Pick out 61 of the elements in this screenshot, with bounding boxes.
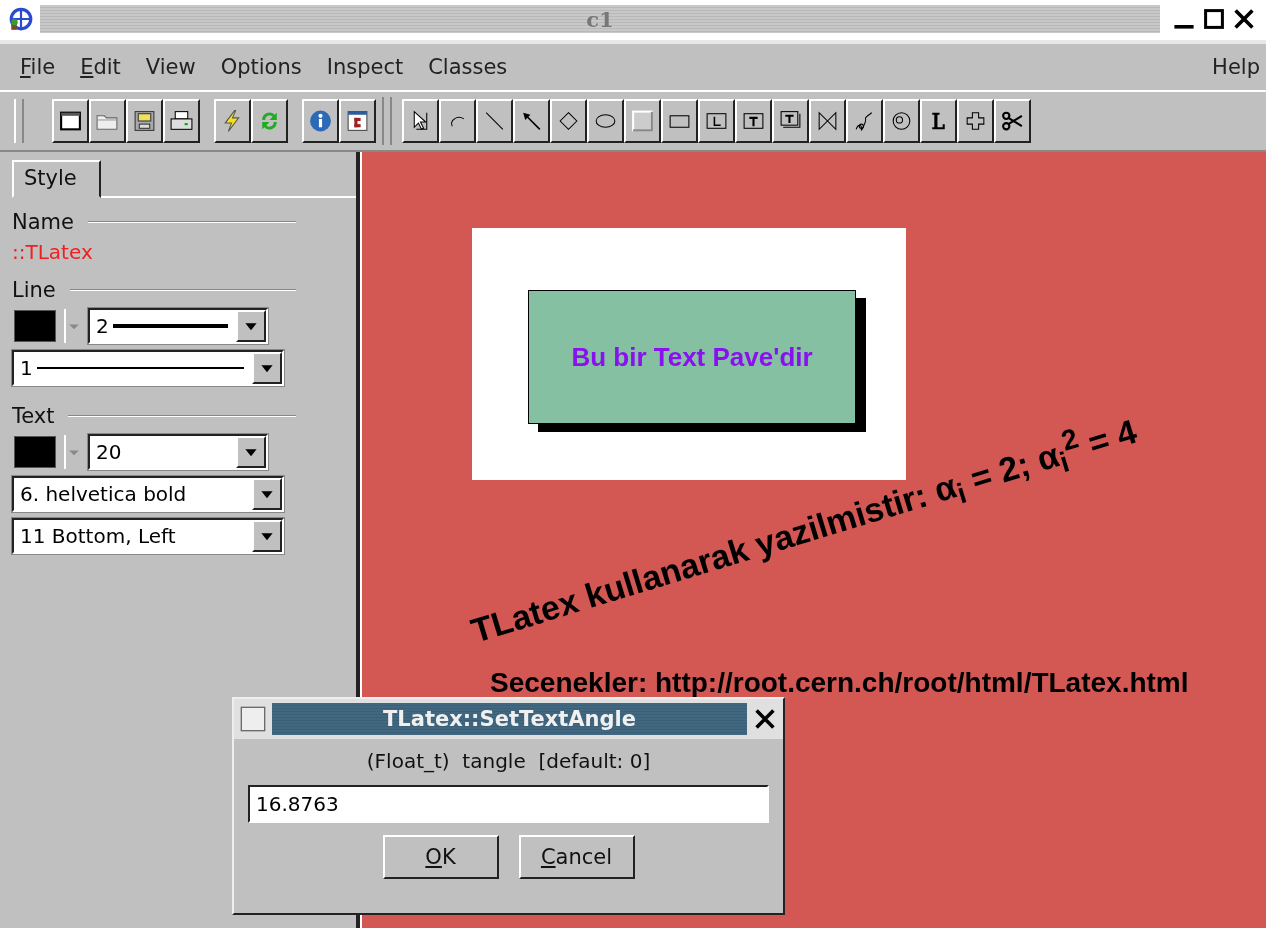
toolbar-button[interactable] [809,99,846,143]
toolbar-button[interactable] [661,99,698,143]
close-icon[interactable] [753,707,777,731]
pave-text: Bu bir Text Pave'dir [571,341,813,373]
toolbar-button[interactable] [513,99,550,143]
line-width-dropdown[interactable]: 2 [88,308,268,344]
text-size-dropdown[interactable]: 20 [88,434,268,470]
toolbar-button[interactable] [126,99,163,143]
menu-item[interactable]: Inspect [326,55,404,79]
app-logo-icon [8,6,34,32]
dialog-button[interactable]: OK [382,835,499,879]
menu-item[interactable]: File [20,55,56,79]
caret-icon[interactable] [64,309,82,343]
color-picker[interactable] [12,435,58,469]
section-label: Text [12,404,55,428]
toolbar-button[interactable] [89,99,126,143]
toolbar-button[interactable] [163,99,200,143]
style-tab[interactable]: Style [12,160,101,198]
toolbar-button[interactable] [772,99,809,143]
maximize-icon[interactable] [1202,7,1226,31]
toolbar-button[interactable] [883,99,920,143]
toolbar-button[interactable] [402,99,439,143]
menu-item[interactable]: Help [1212,55,1260,79]
caret-icon[interactable] [64,435,82,469]
toolbar-button[interactable] [439,99,476,143]
menu-item[interactable]: Options [220,55,302,79]
toolbar-button[interactable] [302,99,339,143]
menu-item[interactable]: View [145,55,196,79]
text-align-dropdown[interactable]: 11 Bottom, Left [12,518,284,554]
toolbar-button[interactable] [476,99,513,143]
window-menu-icon[interactable] [240,706,266,732]
font-dropdown[interactable]: 6. helvetica bold [12,476,284,512]
close-icon[interactable] [1232,7,1256,31]
toolbar-button[interactable] [339,99,376,143]
menu-item[interactable]: Classes [428,55,508,79]
toolbar-button[interactable] [251,99,288,143]
toolbar-button[interactable] [698,99,735,143]
toolbar-separator [382,97,392,145]
toolbar-button[interactable] [624,99,661,143]
toolbar-button[interactable] [846,99,883,143]
options-text: Secenekler: http://root.cern.ch/root/html/TLatex.html [490,667,1189,699]
menu-item[interactable]: Edit [80,55,121,79]
toolbar-button[interactable] [735,99,772,143]
line-style-dropdown[interactable]: 1 [12,350,284,386]
toolbar-button[interactable] [957,99,994,143]
section-label: Line [12,278,56,302]
dialog-button[interactable]: Cancel [518,835,635,879]
toolbar-button[interactable] [52,99,89,143]
toolbar-button[interactable] [587,99,624,143]
toolbar-button[interactable] [550,99,587,143]
prompt-text: (Float_t) tangle [default: 0] [366,749,651,773]
input-field[interactable]: 16.8763 [248,785,769,823]
dialog-title: TLatex::SetTextAngle [383,707,636,731]
section-label: Name [12,210,74,234]
toolbar-button[interactable] [994,99,1031,143]
color-picker[interactable] [12,309,58,343]
toolbar-handle[interactable] [14,99,24,143]
toolbar-button[interactable] [920,99,957,143]
window-title: c1 [586,6,614,32]
toolbar-button[interactable] [214,99,251,143]
object-name: ::TLatex [12,240,94,264]
